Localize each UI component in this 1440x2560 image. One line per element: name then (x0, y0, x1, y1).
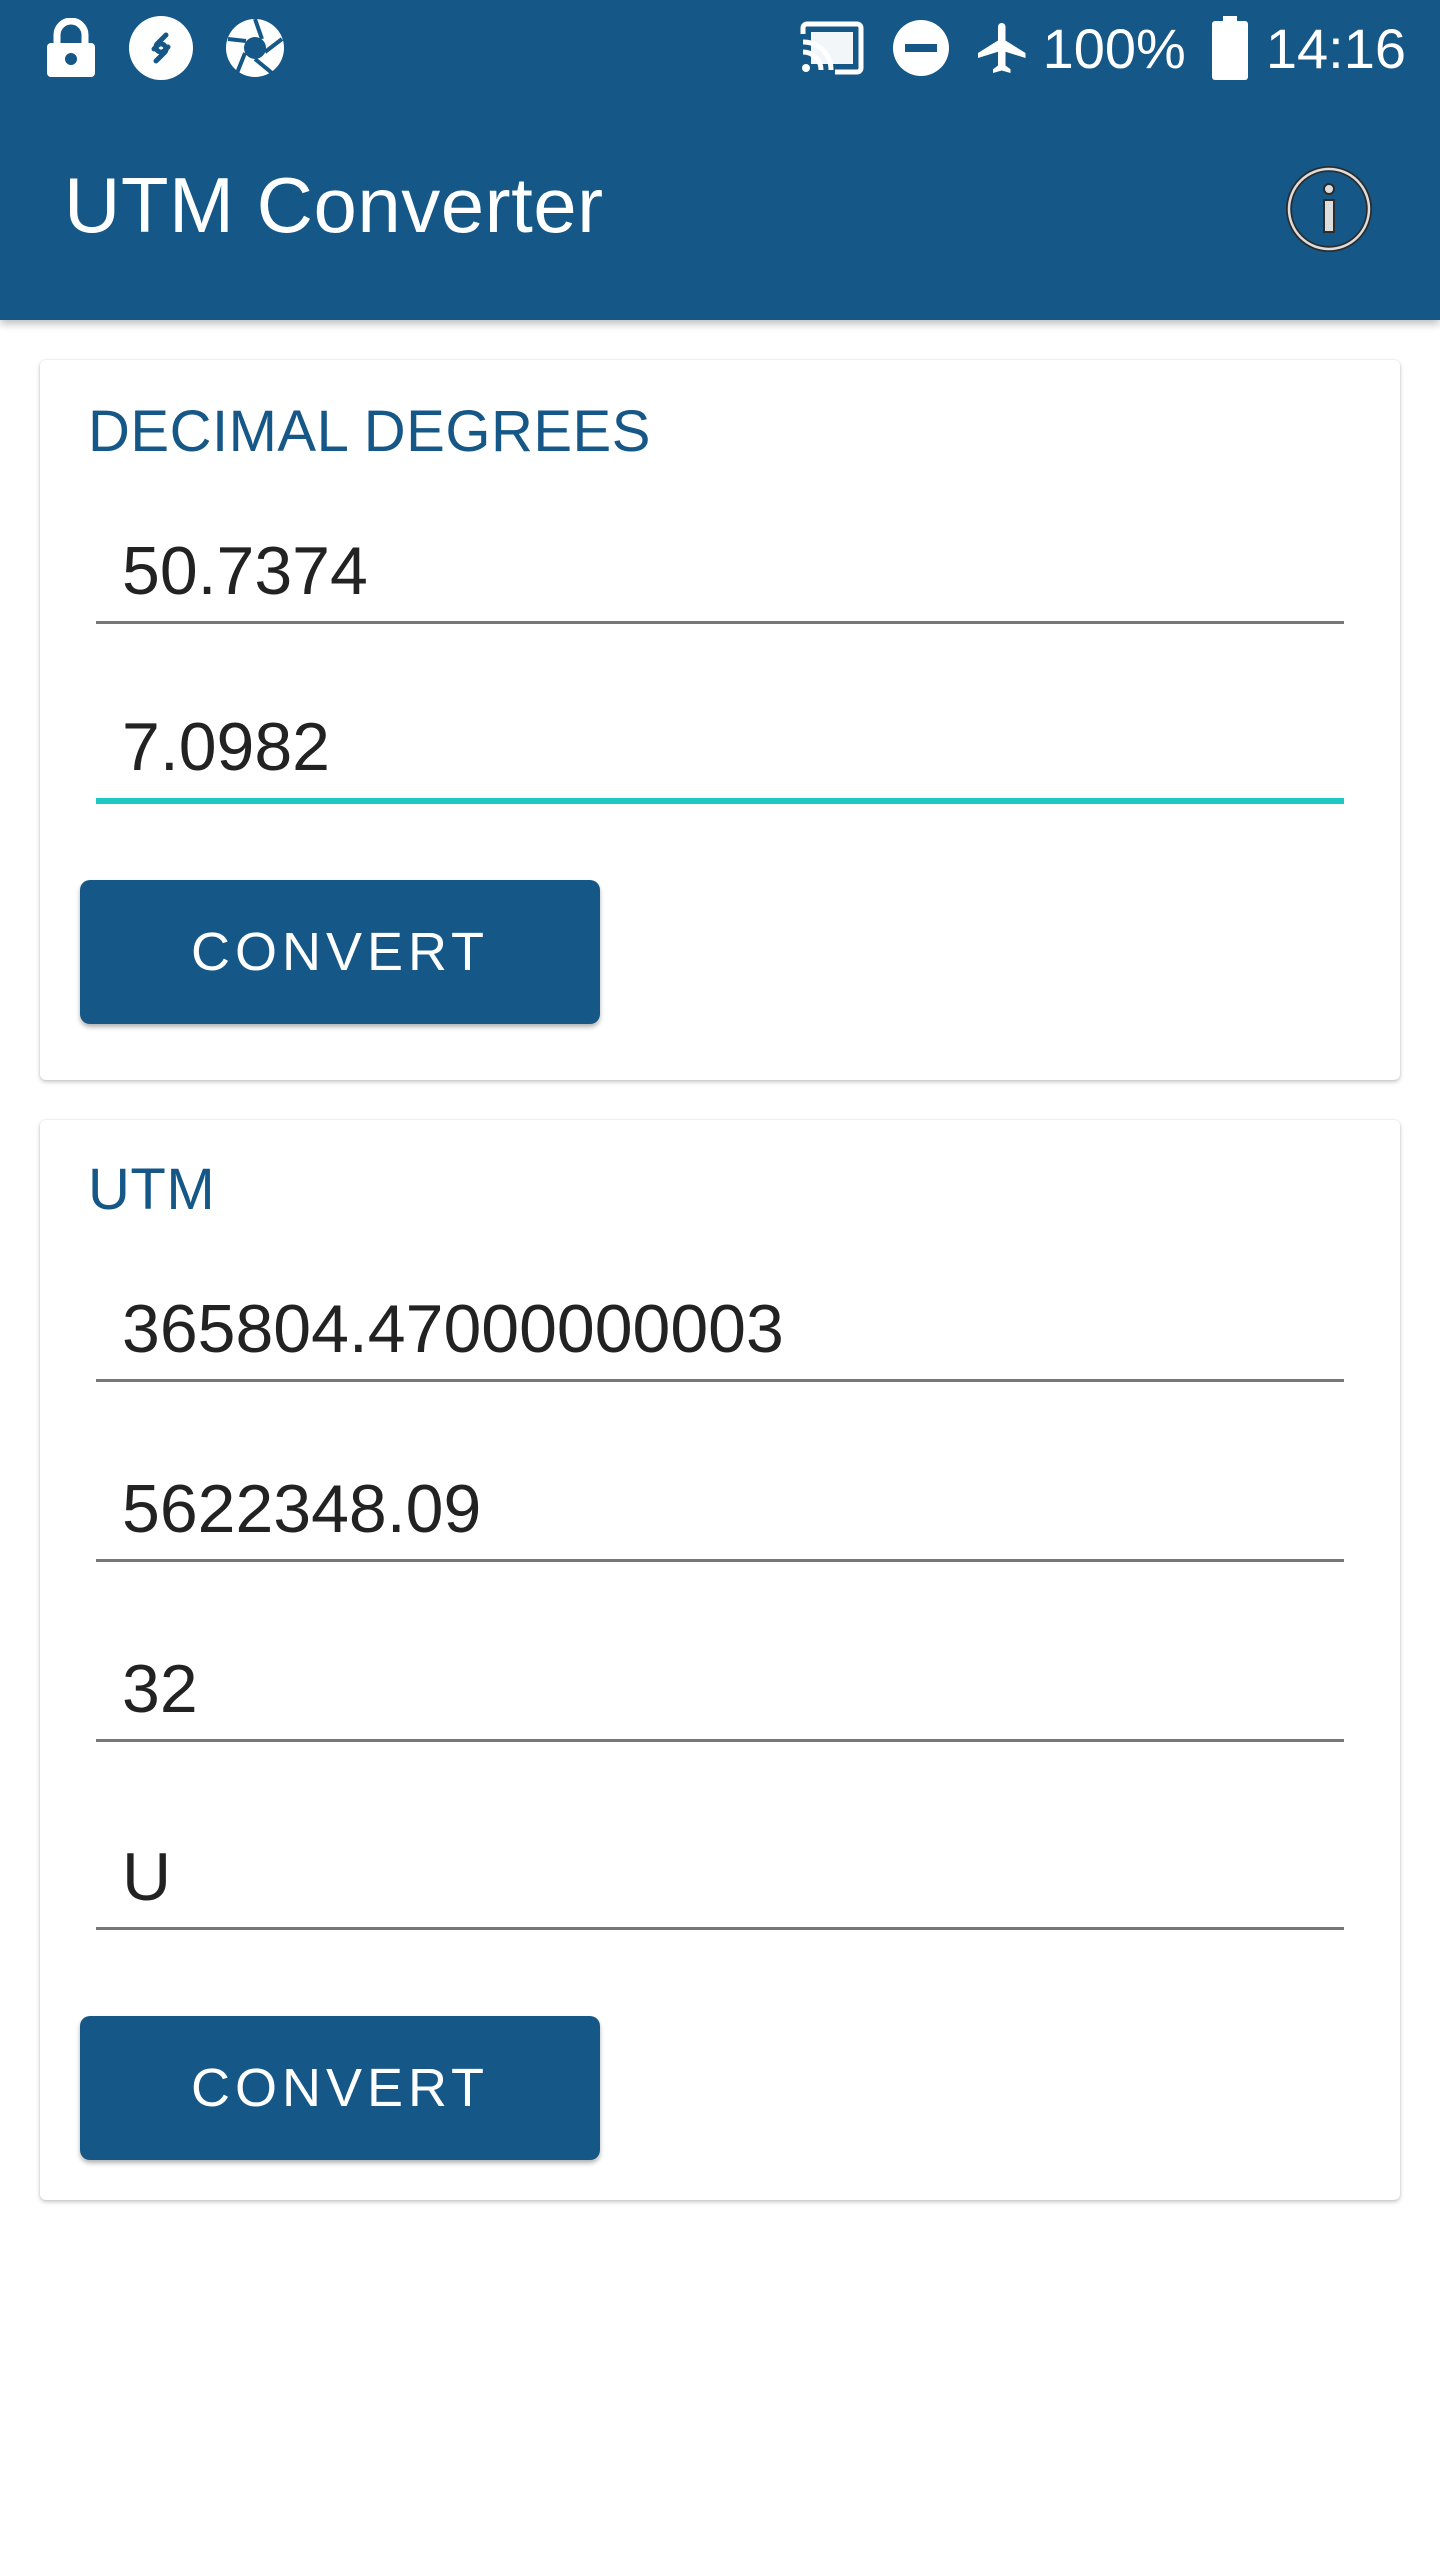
status-bar: 100% 14:16 (0, 0, 1440, 96)
info-icon (1284, 164, 1374, 259)
utm-card: UTM 365804.47000000003 5622348.09 32 U C… (40, 1120, 1400, 2200)
easting-underline (96, 1379, 1344, 1382)
convert-decimal-button[interactable]: CONVERT (80, 880, 600, 1024)
easting-field[interactable]: 365804.47000000003 (96, 1272, 1344, 1382)
battery-icon (1211, 16, 1248, 80)
decimal-degrees-card: DECIMAL DEGREES 50.7374 7.0982 CONVERT (40, 360, 1400, 1080)
latitude-underline (96, 621, 1344, 624)
latitude-field[interactable]: 50.7374 (96, 514, 1344, 624)
airplane-mode-icon (973, 18, 1033, 78)
zone-number-underline (96, 1739, 1344, 1742)
app-bar: 100% 14:16 UTM Converter (0, 0, 1440, 320)
status-bar-right: 100% 14:16 (799, 8, 1406, 88)
shazam-icon (128, 15, 194, 81)
decimal-degrees-title: DECIMAL DEGREES (88, 399, 651, 464)
northing-underline (96, 1559, 1344, 1562)
convert-utm-button[interactable]: CONVERT (80, 2016, 600, 2160)
lock-icon (44, 18, 98, 78)
cast-icon (799, 20, 865, 76)
shutter-icon (224, 17, 286, 79)
longitude-underline (96, 798, 1344, 804)
longitude-field[interactable]: 7.0982 (96, 694, 1344, 804)
clock: 14:16 (1265, 16, 1406, 80)
zone-letter-value: U (122, 1839, 172, 1915)
zone-number-value: 32 (122, 1651, 198, 1727)
battery-percentage: 100% (1042, 16, 1186, 80)
status-bar-left (44, 14, 316, 82)
zone-letter-field[interactable]: U (96, 1820, 1344, 1930)
utm-title: UTM (88, 1157, 216, 1222)
page-title: UTM Converter (64, 161, 604, 249)
zone-number-field[interactable]: 32 (96, 1632, 1344, 1742)
longitude-value: 7.0982 (122, 709, 330, 785)
northing-field[interactable]: 5622348.09 (96, 1452, 1344, 1562)
do-not-disturb-icon (891, 18, 951, 78)
latitude-value: 50.7374 (122, 533, 368, 609)
northing-value: 5622348.09 (122, 1471, 482, 1547)
zone-letter-underline (96, 1927, 1344, 1930)
info-button[interactable] (1282, 164, 1376, 258)
easting-value: 365804.47000000003 (122, 1291, 784, 1367)
